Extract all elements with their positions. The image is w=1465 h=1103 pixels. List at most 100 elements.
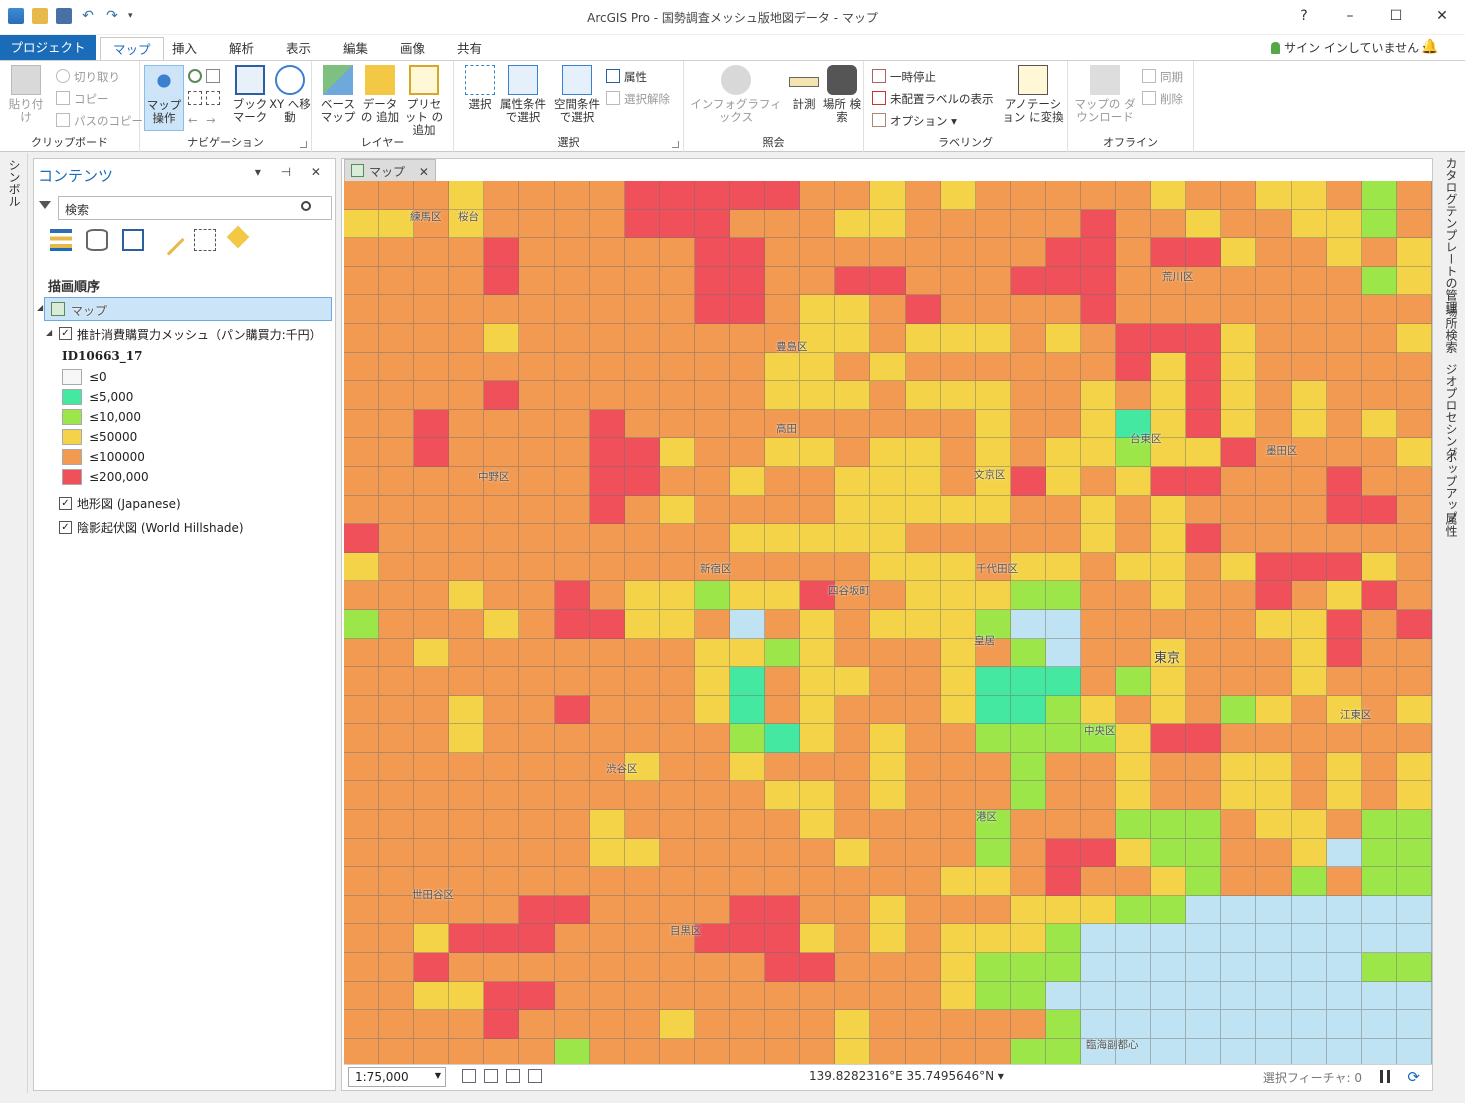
convert-to-annotation-button[interactable]: アノテーション に変換 <box>1002 65 1064 124</box>
add-preset-button[interactable]: プリセット の追加 <box>402 65 446 137</box>
attributes-tab[interactable]: 属性 <box>1443 513 1460 537</box>
symbology-tab[interactable]: シンボル <box>6 159 23 207</box>
data-source-icon[interactable] <box>86 229 108 251</box>
copy-button[interactable]: コピー <box>56 91 109 107</box>
drawing-order-icon[interactable] <box>50 229 72 251</box>
mesh-cell <box>554 867 590 896</box>
notification-bell-icon[interactable]: 🔔 <box>1421 39 1438 55</box>
map-canvas[interactable]: 練馬区 荒川区 豊島区 台東区 墨田区 中野区 文京区 新宿区 千代田区 四谷坂町 東京 中央区 江東区… <box>344 181 1432 1068</box>
select-button[interactable]: 選択 <box>458 65 502 111</box>
basemap-hillshade-checkbox[interactable]: ✓ <box>59 521 72 534</box>
mesh-cell <box>1221 838 1257 868</box>
map-view-tab[interactable]: マップ ✕ <box>344 159 436 181</box>
select-by-attributes-button[interactable]: 属性条件 で選択 <box>498 65 548 124</box>
paste-button[interactable]: 貼り付け <box>4 65 48 124</box>
full-extent-icon[interactable] <box>188 69 206 84</box>
tab-project[interactable]: プロジェクト <box>0 35 96 61</box>
tab-insert[interactable]: 挿入 <box>160 37 209 61</box>
mesh-cell <box>1151 924 1187 954</box>
sync-toggle-icon[interactable] <box>528 1069 542 1083</box>
cut-button[interactable]: 切り取り <box>56 69 120 85</box>
mesh-cell <box>940 810 976 839</box>
navigation-expand-icon[interactable] <box>300 141 307 148</box>
mesh-cell <box>800 181 836 210</box>
pause-labeling-button[interactable]: 一時停止 <box>872 69 936 85</box>
manage-templates-tab[interactable]: テンプレートの管理 <box>1443 205 1460 313</box>
layer-visibility-checkbox[interactable]: ✓ <box>59 327 72 340</box>
locate-tab[interactable]: 場所検索 <box>1443 305 1460 353</box>
tab-view[interactable]: 表示 <box>274 37 323 61</box>
mesh-cell <box>1116 781 1152 811</box>
snapping-icon[interactable] <box>194 229 216 251</box>
scale-dropdown-icon[interactable]: ▼ <box>435 1071 441 1080</box>
mesh-cell <box>1361 953 1397 982</box>
download-map-button[interactable]: マップの ダウンロード <box>1072 65 1138 124</box>
explore-button[interactable]: マップ 操作 <box>144 65 184 131</box>
copy-path-button[interactable]: パスのコピー <box>56 113 143 129</box>
help-button[interactable]: ? <box>1281 0 1327 32</box>
pause-drawing-icon[interactable] <box>1380 1070 1390 1083</box>
minimize-button[interactable]: – <box>1327 0 1373 32</box>
basemap-hillshade-name[interactable]: 陰影起伏図 (World Hillshade) <box>77 519 244 536</box>
locate-button[interactable]: 場所 検索 <box>820 65 864 124</box>
mesh-cell <box>1080 524 1117 553</box>
editing-icon[interactable] <box>153 224 185 256</box>
selection-expand-icon[interactable] <box>672 141 679 148</box>
bookmarks-button[interactable]: ブック マーク <box>228 65 272 124</box>
mesh-cell <box>484 609 520 639</box>
map-tab-close-icon[interactable]: ✕ <box>419 165 429 179</box>
grid-toggle-icon[interactable] <box>484 1069 498 1083</box>
search-icon[interactable] <box>301 201 311 211</box>
add-data-button[interactable]: データの 追加 <box>358 65 402 124</box>
maximize-button[interactable]: ☐ <box>1373 0 1419 32</box>
zoom-layer-icon[interactable] <box>206 69 224 84</box>
layer-collapse-icon[interactable]: ◢ <box>46 328 52 337</box>
basemap-topo-checkbox[interactable]: ✓ <box>59 497 72 510</box>
mesh-cell <box>870 295 906 324</box>
scale-selector[interactable]: 1:75,000 ▼ <box>348 1067 446 1087</box>
pane-controls[interactable]: ▾ ⊣ ✕ <box>255 165 329 179</box>
fixed-zoom-in-icon[interactable] <box>188 91 206 106</box>
attributes-button[interactable]: 属性 <box>606 69 647 85</box>
previous-extent-icon[interactable]: ← <box>188 113 198 127</box>
mesh-cell <box>694 295 731 324</box>
select-by-location-button[interactable]: 空間条件 で選択 <box>552 65 602 124</box>
basemap-button[interactable]: ベース マップ <box>316 65 360 124</box>
tab-share[interactable]: 共有 <box>445 37 494 61</box>
mesh-cell <box>730 752 766 782</box>
basemap-topo-name[interactable]: 地形図 (Japanese) <box>77 495 181 512</box>
close-button[interactable]: ✕ <box>1419 0 1465 32</box>
tab-map[interactable]: マップ <box>100 37 164 61</box>
tab-analysis[interactable]: 解析 <box>217 37 266 61</box>
mesh-cell <box>484 895 520 925</box>
snapping-toggle-icon[interactable] <box>462 1069 476 1083</box>
tab-imagery[interactable]: 画像 <box>388 37 437 61</box>
catalog-tab[interactable]: カタログ <box>1443 157 1460 205</box>
goto-xy-button[interactable]: XY へ移動 <box>268 65 312 124</box>
show-unplaced-button[interactable]: 未配置ラベルの表示 <box>872 91 994 107</box>
table-toggle-icon[interactable] <box>506 1069 520 1083</box>
coordinate-readout[interactable]: 139.8282316°E 35.7495646°N ▾ <box>809 1069 1004 1083</box>
tab-edit[interactable]: 編集 <box>331 37 380 61</box>
refresh-icon[interactable]: ⟳ <box>1407 1068 1420 1086</box>
label-options-button[interactable]: オプション ▾ <box>872 113 957 129</box>
next-extent-icon[interactable]: → <box>206 113 216 127</box>
clear-selection-button[interactable]: 選択解除 <box>606 91 670 107</box>
filter-icon[interactable] <box>39 201 51 209</box>
search-input[interactable]: 検索 <box>58 196 332 220</box>
layer-name[interactable]: 推計消費購買力メッシュ（パン購買力:千円） <box>77 326 322 343</box>
mesh-cell <box>624 895 660 925</box>
signin-status[interactable]: サイン インしていません ▾ <box>1271 39 1429 56</box>
fixed-zoom-out-icon[interactable] <box>206 91 224 106</box>
mesh-cell <box>1186 810 1222 839</box>
labeling-icon[interactable] <box>226 225 250 249</box>
remove-button[interactable]: 削除 <box>1142 91 1183 107</box>
mesh-cell <box>975 352 1011 382</box>
infographics-button[interactable]: インフォグラフィックス <box>688 65 784 124</box>
mesh-cell <box>379 266 415 296</box>
selection-list-icon[interactable] <box>122 229 144 251</box>
sync-button[interactable]: 同期 <box>1142 69 1183 85</box>
geoprocessing-tab[interactable]: ジオプロセシング <box>1443 363 1460 459</box>
map-item[interactable]: マップ <box>44 297 332 321</box>
map-collapse-icon[interactable]: ◢ <box>37 303 43 312</box>
